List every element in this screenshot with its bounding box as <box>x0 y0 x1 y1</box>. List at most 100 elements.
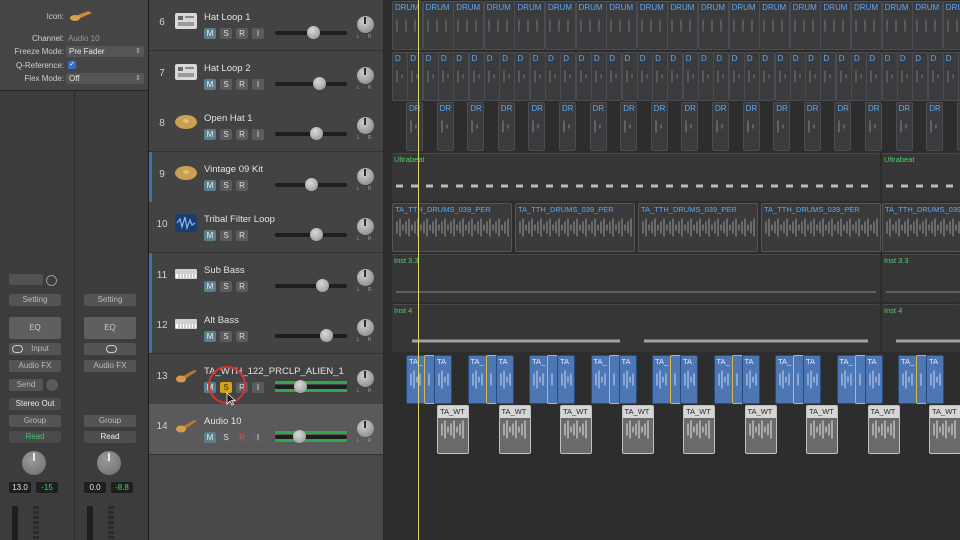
keyboard-icon[interactable] <box>174 263 198 285</box>
region[interactable] <box>485 354 497 404</box>
record-button[interactable]: R <box>236 179 248 191</box>
region[interactable]: D <box>422 51 439 101</box>
gain-value-a[interactable]: -15 <box>36 482 58 493</box>
region[interactable]: D <box>483 51 500 101</box>
flex-mode-select[interactable]: Off ⇕ <box>66 73 144 84</box>
region[interactable]: DR <box>467 102 485 151</box>
guitar-icon[interactable] <box>174 364 198 386</box>
region[interactable]: DRUM <box>667 1 699 50</box>
volume-slider-handle[interactable] <box>307 26 321 39</box>
region[interactable]: D <box>896 51 913 101</box>
volume-fader-track-a[interactable] <box>12 506 18 540</box>
region[interactable]: DRUM <box>606 1 638 50</box>
region[interactable]: D <box>667 51 684 101</box>
setting-button-a[interactable]: Setting <box>9 294 61 306</box>
record-button[interactable]: R <box>236 280 248 292</box>
region[interactable]: TA <box>495 354 514 404</box>
drum-machine-icon[interactable] <box>174 10 198 32</box>
volume-slider[interactable] <box>275 26 347 39</box>
guitar-icon[interactable] <box>68 8 94 22</box>
region[interactable]: D <box>636 51 653 101</box>
region[interactable]: D <box>789 51 806 101</box>
volume-slider-handle[interactable] <box>313 76 327 90</box>
region[interactable]: DR <box>497 102 515 151</box>
freeze-mode-select[interactable]: Pre Fader ⇕ <box>66 46 144 57</box>
input-monitor-button[interactable]: I <box>252 432 264 443</box>
region[interactable]: D <box>912 51 929 101</box>
region[interactable]: D <box>392 51 408 101</box>
send-knob[interactable] <box>46 379 58 391</box>
track-header[interactable]: 12 Alt Bass M S R LR <box>149 303 383 354</box>
stereo-link-button-b[interactable] <box>84 343 136 355</box>
region[interactable]: TA_ <box>775 354 795 404</box>
region[interactable]: DRUM <box>728 1 760 50</box>
region[interactable]: DRUM <box>698 1 729 50</box>
region[interactable]: D <box>805 51 822 101</box>
region[interactable]: TA_TTH_DRUMS_039_PER <box>761 203 881 252</box>
track-header[interactable]: 6 Hat Loop 1 M S R I LR <box>149 0 383 51</box>
region[interactable]: TA_WT <box>560 405 592 454</box>
record-button[interactable]: R <box>236 78 248 90</box>
region[interactable]: D <box>606 51 623 101</box>
group-slot-a[interactable]: Group <box>9 415 61 427</box>
pan-knob[interactable] <box>357 268 374 286</box>
region[interactable]: Ultrabeat <box>882 152 960 201</box>
region[interactable]: TA <box>741 354 760 404</box>
solo-button[interactable]: S <box>220 280 232 292</box>
region[interactable]: TA <box>803 354 821 404</box>
region[interactable]: D <box>575 51 592 101</box>
region[interactable]: TA <box>618 354 637 404</box>
region[interactable]: D <box>835 51 852 101</box>
region[interactable]: D <box>713 51 730 101</box>
region[interactable]: TA <box>557 354 575 404</box>
audio-fx-slot-b[interactable]: Audio FX <box>84 360 136 372</box>
setting-button-b[interactable]: Setting <box>84 294 136 306</box>
mute-button[interactable]: M <box>204 331 216 342</box>
eq-button-b[interactable]: EQ <box>84 317 136 339</box>
region[interactable]: D <box>545 51 561 101</box>
automation-mode-b[interactable]: Read <box>84 431 136 443</box>
solo-button[interactable]: S <box>220 78 232 90</box>
mute-button[interactable]: M <box>204 432 216 443</box>
drum-machine-icon[interactable] <box>174 61 198 83</box>
region[interactable]: TA_TTH_DRUMS_039_PER <box>515 203 635 252</box>
volume-slider-handle[interactable] <box>316 278 330 292</box>
region[interactable]: Inst 3.3 <box>882 253 960 302</box>
region[interactable]: D <box>468 51 485 101</box>
pan-knob-b[interactable] <box>97 451 121 475</box>
region[interactable]: Inst 4 <box>882 304 960 352</box>
pan-knob[interactable] <box>357 218 374 235</box>
solo-button[interactable]: S <box>220 331 232 342</box>
playhead[interactable] <box>418 0 419 540</box>
region[interactable]: TA_WT <box>683 405 715 454</box>
keyboard-icon[interactable] <box>174 313 198 335</box>
track-header[interactable]: 10 Tribal Filter Loop M S R LR <box>149 202 383 253</box>
region[interactable]: DR <box>773 102 791 151</box>
link-icon[interactable] <box>46 275 57 286</box>
record-button[interactable]: R <box>236 28 248 39</box>
output-slot[interactable]: Stereo Out <box>9 398 61 410</box>
waveform-icon[interactable] <box>174 212 198 234</box>
pan-knob[interactable] <box>357 66 374 84</box>
region[interactable]: DR <box>559 102 576 151</box>
region[interactable]: TA <box>680 354 698 404</box>
pan-knob-a[interactable] <box>22 451 46 475</box>
input-monitor-button[interactable]: I <box>252 129 264 140</box>
region[interactable]: TA_TTH_DRUMS_039_PER <box>882 203 960 252</box>
region[interactable]: DRUM <box>912 1 944 50</box>
region[interactable]: DRUM <box>789 1 821 50</box>
volume-slider-handle[interactable] <box>293 379 307 393</box>
pan-knob[interactable] <box>357 117 374 134</box>
region[interactable]: DRUM <box>881 1 913 50</box>
solo-button[interactable]: S <box>220 432 232 443</box>
volume-slider[interactable] <box>275 379 347 393</box>
region[interactable]: D <box>652 51 669 101</box>
mute-button[interactable]: M <box>204 280 216 292</box>
mute-button[interactable]: M <box>204 179 216 191</box>
track-name[interactable]: Alt Bass <box>204 315 239 326</box>
region[interactable]: D <box>774 51 791 101</box>
region[interactable]: TA_WT <box>437 405 469 454</box>
region[interactable]: D <box>942 51 959 101</box>
volume-slider[interactable] <box>275 76 347 90</box>
region[interactable]: DRUM <box>759 1 791 50</box>
